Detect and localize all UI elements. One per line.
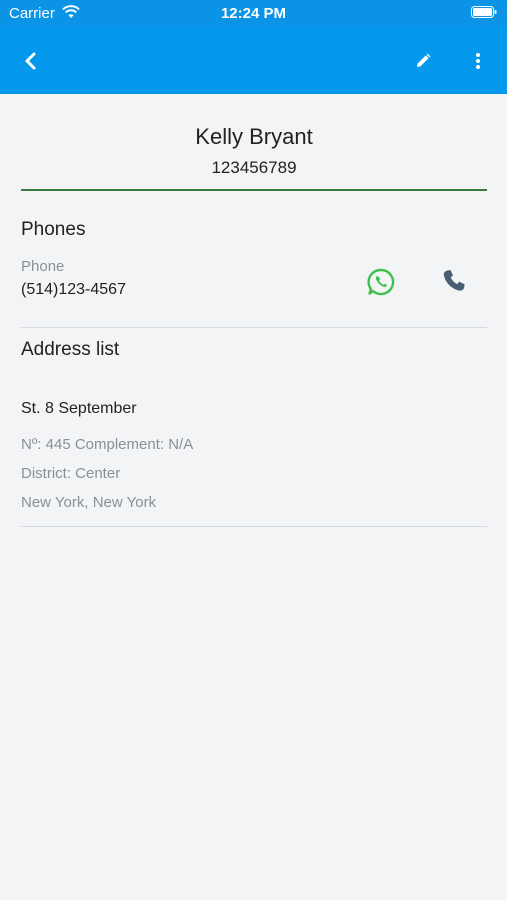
address-district: District: Center — [21, 465, 121, 482]
more-options-button[interactable] — [463, 46, 493, 76]
whatsapp-icon[interactable] — [366, 267, 396, 297]
phone-number: (514)123-4567 — [21, 281, 126, 298]
more-vertical-icon — [476, 53, 480, 69]
clock: 12:24 PM — [220, 5, 287, 22]
battery-icon — [471, 6, 497, 18]
contact-document: 123456789 — [211, 158, 297, 177]
phones-divider — [21, 327, 487, 328]
navigation-bar — [0, 26, 507, 94]
phone-call-icon[interactable] — [440, 267, 468, 295]
contact-name: Kelly Bryant — [195, 124, 313, 149]
contact-header: Kelly Bryant 123456789 — [21, 94, 487, 191]
address-street: St. 8 September — [21, 400, 137, 417]
address-city: New York, New York — [21, 494, 157, 511]
phones-section-title: Phones — [21, 219, 86, 240]
address-section-title: Address list — [21, 339, 120, 360]
address-divider — [21, 526, 487, 527]
chevron-left-icon — [25, 52, 36, 70]
address-number-complement: Nº: 445 Complement: N/A — [21, 436, 194, 453]
status-bar: Carrier 12:24 PM — [0, 0, 507, 26]
back-button[interactable] — [16, 46, 46, 76]
pencil-icon — [417, 53, 431, 67]
edit-button[interactable] — [408, 46, 438, 76]
phone-label: Phone — [21, 258, 65, 275]
